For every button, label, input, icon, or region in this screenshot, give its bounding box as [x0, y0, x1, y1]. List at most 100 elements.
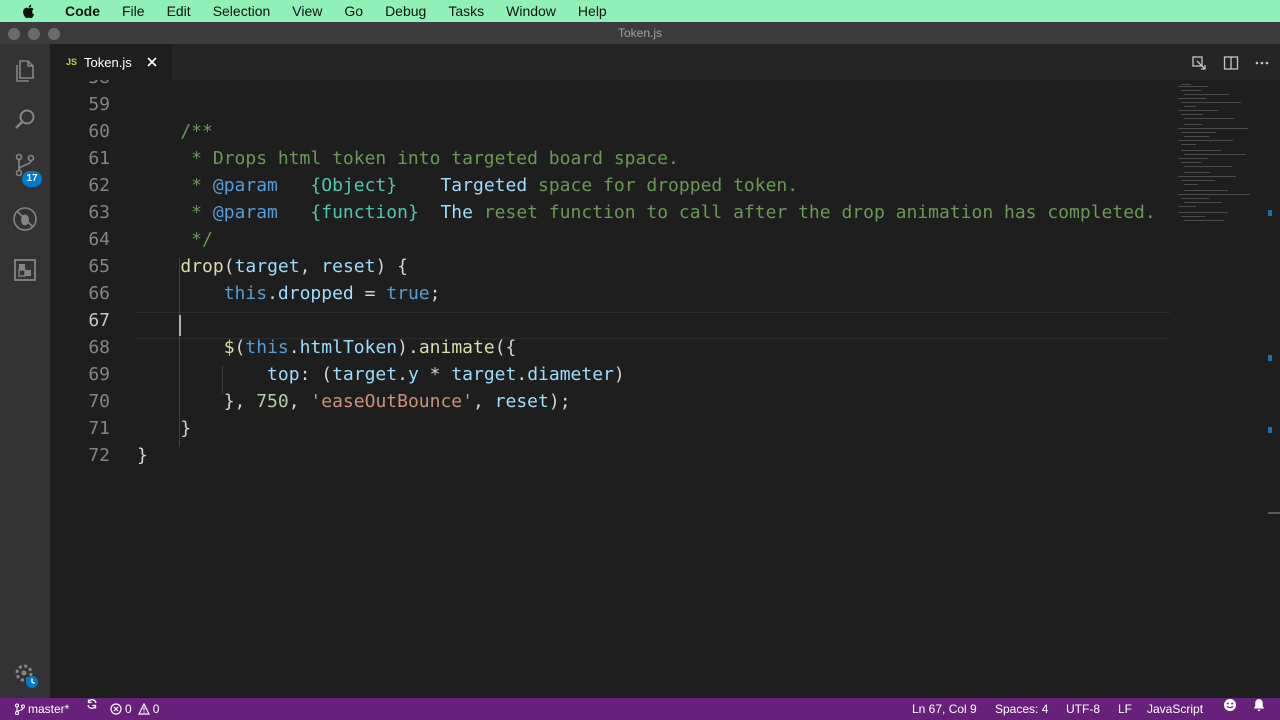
minimap-line: [1184, 154, 1246, 155]
encoding-setting[interactable]: UTF-8: [1066, 698, 1100, 720]
code-token: top: [267, 364, 300, 385]
overview-ruler-mark: [1268, 210, 1272, 216]
menu-help[interactable]: Help: [567, 0, 618, 22]
minimap-line: [1181, 90, 1201, 91]
minimap-line: [1178, 212, 1228, 213]
indentation-setting[interactable]: Spaces: 4: [995, 698, 1048, 720]
code-token: .: [267, 283, 278, 304]
menu-debug[interactable]: Debug: [374, 0, 437, 22]
line-number[interactable]: 59: [50, 91, 110, 118]
code-token: @param: [212, 202, 278, 223]
menu-edit[interactable]: Edit: [156, 0, 202, 22]
line-number[interactable]: 70: [50, 388, 110, 415]
git-branch-item[interactable]: master*: [14, 698, 69, 720]
menu-window[interactable]: Window: [495, 0, 567, 22]
line-number[interactable]: 72: [50, 442, 110, 469]
line-number[interactable]: 71: [50, 415, 110, 442]
code-line: 62 * @param {Object} Targeted space for …: [50, 172, 1170, 199]
line-code: * @param {function} The reset function t…: [137, 199, 1156, 226]
minimap-line: [1181, 162, 1201, 163]
menu-selection[interactable]: Selection: [202, 0, 282, 22]
code-token: target: [234, 256, 300, 277]
menu-view[interactable]: View: [281, 0, 333, 22]
line-number[interactable]: 64: [50, 226, 110, 253]
menu-file[interactable]: File: [111, 0, 156, 22]
code-line: 67: [50, 307, 1170, 334]
explorer-icon[interactable]: [12, 58, 38, 84]
feedback-smiley-icon[interactable]: [1223, 698, 1237, 712]
extensions-icon[interactable]: [12, 257, 38, 283]
code-token: ({: [494, 337, 517, 358]
open-changes-icon[interactable]: [1191, 55, 1207, 71]
minimap[interactable]: [1170, 80, 1270, 230]
minimap-line: [1184, 94, 1229, 95]
minimap-line: [1181, 114, 1203, 115]
line-code: $(this.htmlToken).animate({: [137, 334, 517, 361]
search-icon[interactable]: [12, 107, 38, 133]
manage-gear-icon[interactable]: [12, 662, 38, 688]
code-token: */: [137, 229, 213, 250]
line-number[interactable]: 69: [50, 361, 110, 388]
line-number[interactable]: 65: [50, 253, 110, 280]
minimap-line: [1184, 136, 1209, 137]
minimap-line: [1178, 194, 1250, 195]
notifications-bell-icon[interactable]: [1252, 698, 1266, 712]
editor-tab-bar: JS Token.js: [50, 44, 1280, 80]
code-line: 60 /**: [50, 118, 1170, 145]
code-token: dropped: [277, 283, 354, 304]
code-token: ;: [429, 283, 441, 304]
code-token: ,: [472, 391, 495, 412]
code-token: htmlToken: [299, 337, 398, 358]
code-editor[interactable]: 585960 /**61 * Drops html token into tar…: [50, 80, 1280, 698]
text-cursor: [179, 315, 181, 336]
line-number[interactable]: 60: [50, 118, 110, 145]
line-code: drop(target, reset) {: [137, 253, 408, 280]
code-token: }: [137, 418, 192, 439]
code-line: 59: [50, 91, 1170, 118]
menu-app-name[interactable]: Code: [54, 0, 111, 22]
line-number[interactable]: 63: [50, 199, 110, 226]
menu-tasks[interactable]: Tasks: [437, 0, 495, 22]
code-line: 64 */: [50, 226, 1170, 253]
code-token: @param: [212, 175, 278, 196]
line-number[interactable]: 62: [50, 172, 110, 199]
activity-bar: 17: [0, 44, 50, 698]
tab-token-js[interactable]: JS Token.js: [50, 44, 172, 80]
minimap-line: [1178, 206, 1196, 207]
more-actions-icon[interactable]: [1254, 55, 1270, 71]
menu-go[interactable]: Go: [333, 0, 374, 22]
debug-icon[interactable]: [12, 206, 38, 232]
minimap-line: [1184, 220, 1224, 221]
error-icon: [110, 703, 122, 715]
line-number[interactable]: 66: [50, 280, 110, 307]
code-token: true: [386, 283, 430, 304]
status-bar: master* 0 0 Ln 67, Col 9 Spaces: 4 UTF-8…: [0, 698, 1280, 720]
language-mode[interactable]: JavaScript: [1147, 698, 1203, 720]
line-code: */: [137, 226, 213, 253]
scrollbar-position-mark: [1268, 512, 1280, 514]
end-of-line-setting[interactable]: LF: [1118, 698, 1132, 720]
minimap-line: [1181, 198, 1209, 199]
line-number[interactable]: 67: [50, 307, 110, 334]
split-editor-icon[interactable]: [1223, 55, 1239, 71]
vertical-scrollbar[interactable]: [1268, 80, 1280, 698]
code-token: );: [548, 391, 571, 412]
sync-icon[interactable]: [86, 698, 98, 710]
line-number[interactable]: 61: [50, 145, 110, 172]
cursor-position[interactable]: Ln 67, Col 9: [912, 698, 977, 720]
close-tab-icon[interactable]: [146, 56, 158, 68]
code-token: /**: [137, 121, 213, 142]
code-token: animate: [418, 337, 495, 358]
minimap-line: [1181, 102, 1241, 103]
apple-icon[interactable]: [20, 2, 38, 20]
line-number[interactable]: 58: [50, 80, 110, 91]
line-code: /**: [137, 118, 213, 145]
problems-item[interactable]: 0 0: [110, 698, 159, 720]
line-number[interactable]: 68: [50, 334, 110, 361]
minimap-line: [1181, 132, 1216, 133]
